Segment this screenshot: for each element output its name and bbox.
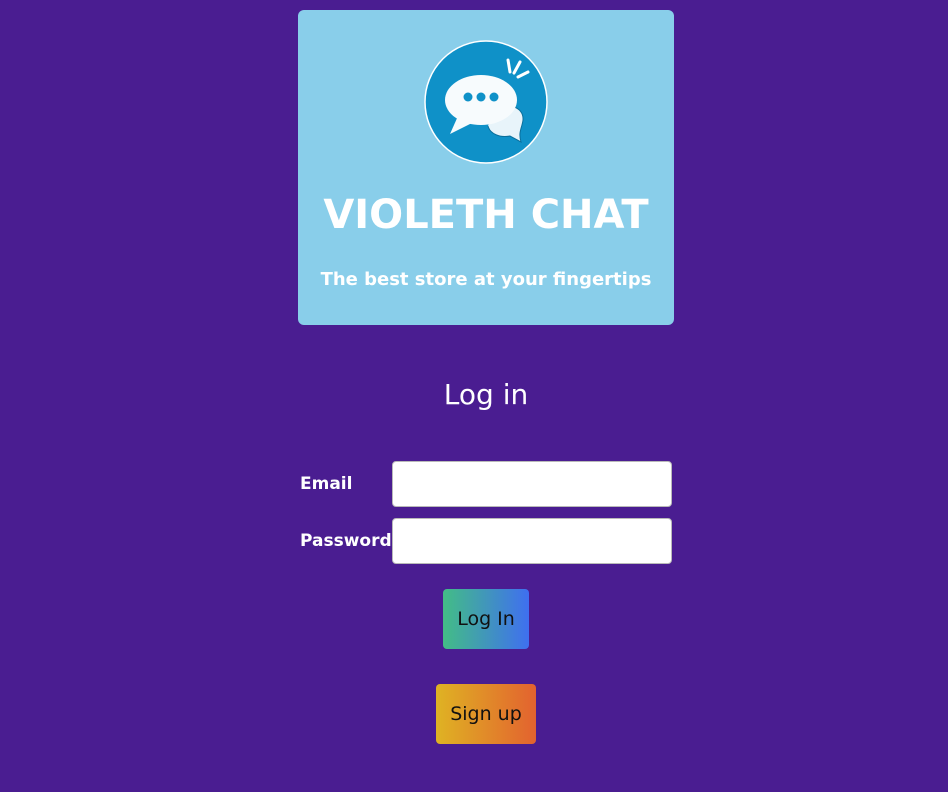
signup-button[interactable]: Sign up — [436, 684, 536, 744]
login-button[interactable]: Log In — [443, 589, 529, 649]
login-heading: Log in — [443, 378, 529, 411]
tagline: The best store at your fingertips — [320, 269, 652, 290]
hero-banner: VIOLETH CHAT The best store at your fing… — [298, 10, 674, 325]
password-label: Password — [300, 531, 392, 551]
email-label: Email — [300, 474, 353, 494]
chat-bubbles-icon — [424, 40, 548, 164]
app-title: VIOLETH CHAT — [323, 192, 649, 238]
password-field[interactable] — [392, 518, 672, 564]
email-field[interactable] — [392, 461, 672, 507]
